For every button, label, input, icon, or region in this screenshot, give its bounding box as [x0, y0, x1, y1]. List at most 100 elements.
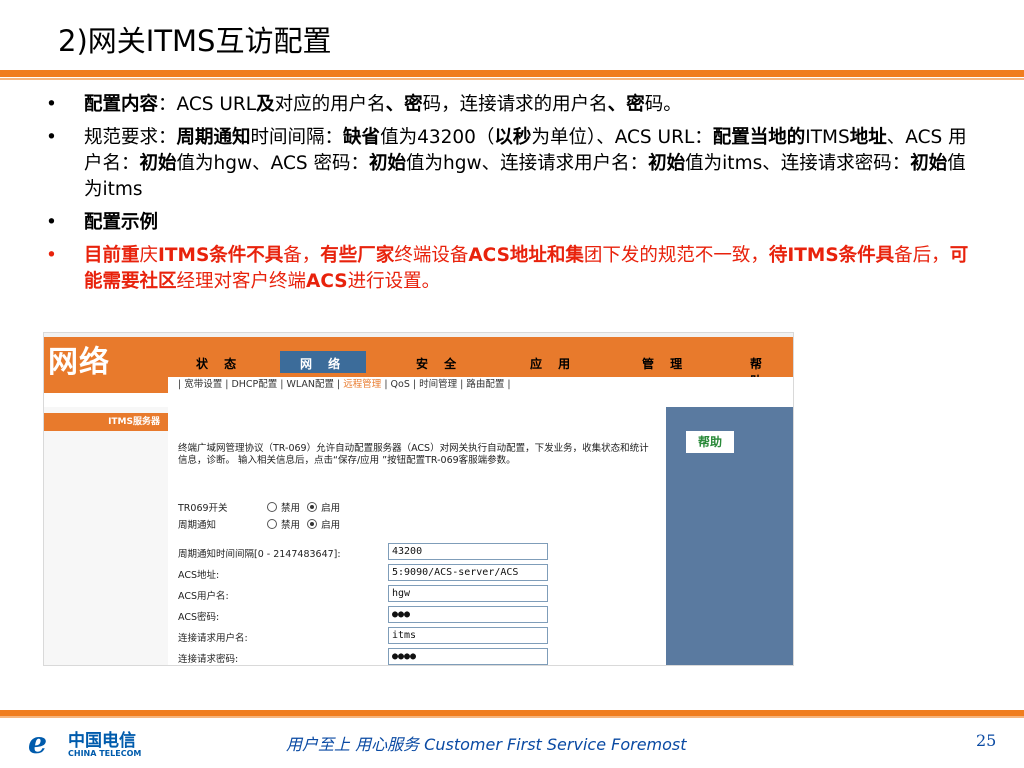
conn-username-label: 连接请求用户名:: [178, 633, 248, 644]
periodic-inform-label: 周期通知: [178, 520, 217, 531]
text: 户名：: [84, 153, 140, 174]
enable-label: 启用: [321, 503, 341, 514]
text-strong: ACS地址和集: [468, 245, 584, 266]
text: 码，连接请求的用户名: [422, 94, 608, 115]
periodic-disable-radio[interactable]: [267, 519, 278, 529]
tr069-description: 终端广域网管理协议（TR-069）允许自动配置服务器（ACS）对网关执行自动配置…: [178, 443, 649, 466]
conn-password-input[interactable]: ●●●●: [388, 648, 548, 665]
acs-url-label: ACS地址:: [178, 570, 220, 581]
page-title: 2)网关ITMS互访配置: [58, 24, 332, 58]
bullet-list: • 配置内容：ACS URL及对应的用户名、密码，连接请求的用户名、密码。 • …: [46, 92, 976, 302]
text: ITMS: [805, 127, 850, 148]
text-strong: 及: [256, 94, 275, 115]
text: 庆: [139, 245, 159, 266]
text-strong: 密: [404, 94, 423, 115]
acs-url-input[interactable]: 5:9090/ACS-server/ACS: [388, 564, 548, 581]
text-strong: 目前重: [84, 245, 140, 266]
bullet-spec-requirements: • 规范要求：周期通知时间间隔：缺省值为43200（以秒为单位）、ACS URL…: [46, 125, 976, 203]
nav-application[interactable]: 应 用: [530, 355, 576, 372]
text: 备，: [283, 245, 321, 266]
tr069-disable-radio[interactable]: [267, 502, 278, 512]
text: 经理对客户终端: [176, 271, 307, 292]
page-number: 25: [976, 731, 997, 750]
sub-nav-remote-management[interactable]: 远程管理: [343, 379, 381, 390]
help-label: 帮助: [686, 431, 734, 453]
interval-label: 周期通知时间间隔[0 - 2147483647]:: [178, 549, 341, 560]
nav-security[interactable]: 安 全: [416, 355, 462, 372]
network-logo: 网络: [48, 345, 110, 380]
router-config-screenshot: 网络 状 态 网 络 安 全 应 用 管 理 帮 助 | 宽带设置 | DHCP…: [43, 332, 794, 666]
logo-english-text: CHINA TELECOM: [68, 749, 142, 758]
interval-input[interactable]: 43200: [388, 543, 548, 560]
text-strong: 缺省: [343, 127, 381, 148]
text: 值为hgw、ACS 密: [176, 153, 333, 174]
logo-chinese-text: 中国电信: [68, 731, 136, 751]
periodic-enable-radio[interactable]: [307, 519, 318, 529]
tr069-switch-row: TR069开关 禁用 启用: [178, 500, 340, 514]
tr069-switch-label: TR069开关: [178, 503, 228, 514]
conn-username-input[interactable]: itms: [388, 627, 548, 644]
bullet-config-content: • 配置内容：ACS URL及对应的用户名、密码，连接请求的用户名、密码。: [46, 92, 976, 118]
text: 值为hgw、连接请求用户名：: [406, 153, 649, 174]
bullet-dot: •: [46, 127, 57, 148]
text-strong: 配置当地的: [712, 127, 806, 148]
text-strong: ACS: [306, 271, 348, 292]
text-strong: 地址: [849, 127, 887, 148]
text-strong: ITMS条件不具: [158, 245, 284, 266]
disable-label: 禁用: [281, 520, 301, 531]
text-strong: 周期通知: [176, 127, 251, 148]
telecom-mark-icon: ℯ: [28, 726, 48, 761]
text-strong: 初始: [139, 153, 177, 174]
text-strong: 、: [385, 94, 405, 115]
sub-nav-items[interactable]: | 宽带设置 | DHCP配置 | WLAN配置 |: [178, 379, 343, 390]
nav-management[interactable]: 管 理: [642, 355, 688, 372]
bullet-config-example: • 配置示例: [46, 210, 976, 236]
text: 值为itms、连接请求密码：: [685, 153, 911, 174]
sub-nav-items-rest[interactable]: | QoS | 时间管理 | 路由配置 |: [381, 379, 510, 390]
text-strong: 初始: [648, 153, 686, 174]
text: 值为43200（: [380, 127, 495, 148]
acs-password-label: ACS密码:: [178, 612, 220, 623]
title-divider-light: [0, 78, 1024, 80]
text-strong: 待: [768, 245, 788, 266]
tr069-enable-radio[interactable]: [307, 502, 318, 512]
bullet-dot: •: [46, 212, 57, 233]
text-strong: 密: [626, 94, 645, 115]
text: 时间间隔：: [250, 127, 344, 148]
text: 终端设备: [394, 245, 469, 266]
left-sidebar: [44, 407, 168, 665]
text-strong: 、: [607, 94, 627, 115]
text-strong: 以秒: [494, 127, 532, 148]
text: 、ACS 用: [886, 127, 967, 148]
disable-label: 禁用: [281, 503, 301, 514]
enable-label: 启用: [321, 520, 341, 531]
text: 进行设置。: [347, 271, 441, 292]
text: 对应的用户名: [274, 94, 386, 115]
text: ：ACS URL: [158, 94, 257, 115]
sub-nav: | 宽带设置 | DHCP配置 | WLAN配置 | 远程管理 | QoS | …: [168, 377, 793, 393]
bullet-dot: •: [46, 94, 57, 115]
footer-slogan: 用户至上 用心服务 Customer First Service Foremos…: [286, 735, 687, 754]
acs-password-input[interactable]: ●●●: [388, 606, 548, 623]
text-strong: 有些厂家: [320, 245, 395, 266]
text: 码：: [332, 153, 370, 174]
sidebar-item-itms-server[interactable]: ITMS服务器: [44, 413, 168, 431]
text: 备后，: [894, 245, 950, 266]
text: 规范要求：: [84, 127, 177, 148]
nav-network[interactable]: 网 络: [280, 351, 367, 373]
text-strong: ITMS条件具: [787, 245, 895, 266]
footer-divider-light: [0, 716, 1024, 718]
bullet-note-red: • 目前重庆ITMS条件不具备，有些厂家终端设备ACS地址和集团下发的规范不一致…: [46, 243, 976, 295]
text-strong: 配置内容: [84, 94, 159, 115]
text-strong: 配置示例: [84, 212, 159, 233]
acs-username-input[interactable]: hgw: [388, 585, 548, 602]
text-strong: 初始: [910, 153, 948, 174]
main-nav: [168, 337, 793, 377]
network-logo-box: 网络: [44, 337, 168, 393]
nav-status[interactable]: 状 态: [196, 355, 242, 372]
bullet-dot: •: [46, 245, 57, 266]
text-strong: 初始: [369, 153, 407, 174]
title-divider: [0, 70, 1024, 77]
text: 团下发的规范不一致，: [583, 245, 769, 266]
acs-username-label: ACS用户名:: [178, 591, 229, 602]
